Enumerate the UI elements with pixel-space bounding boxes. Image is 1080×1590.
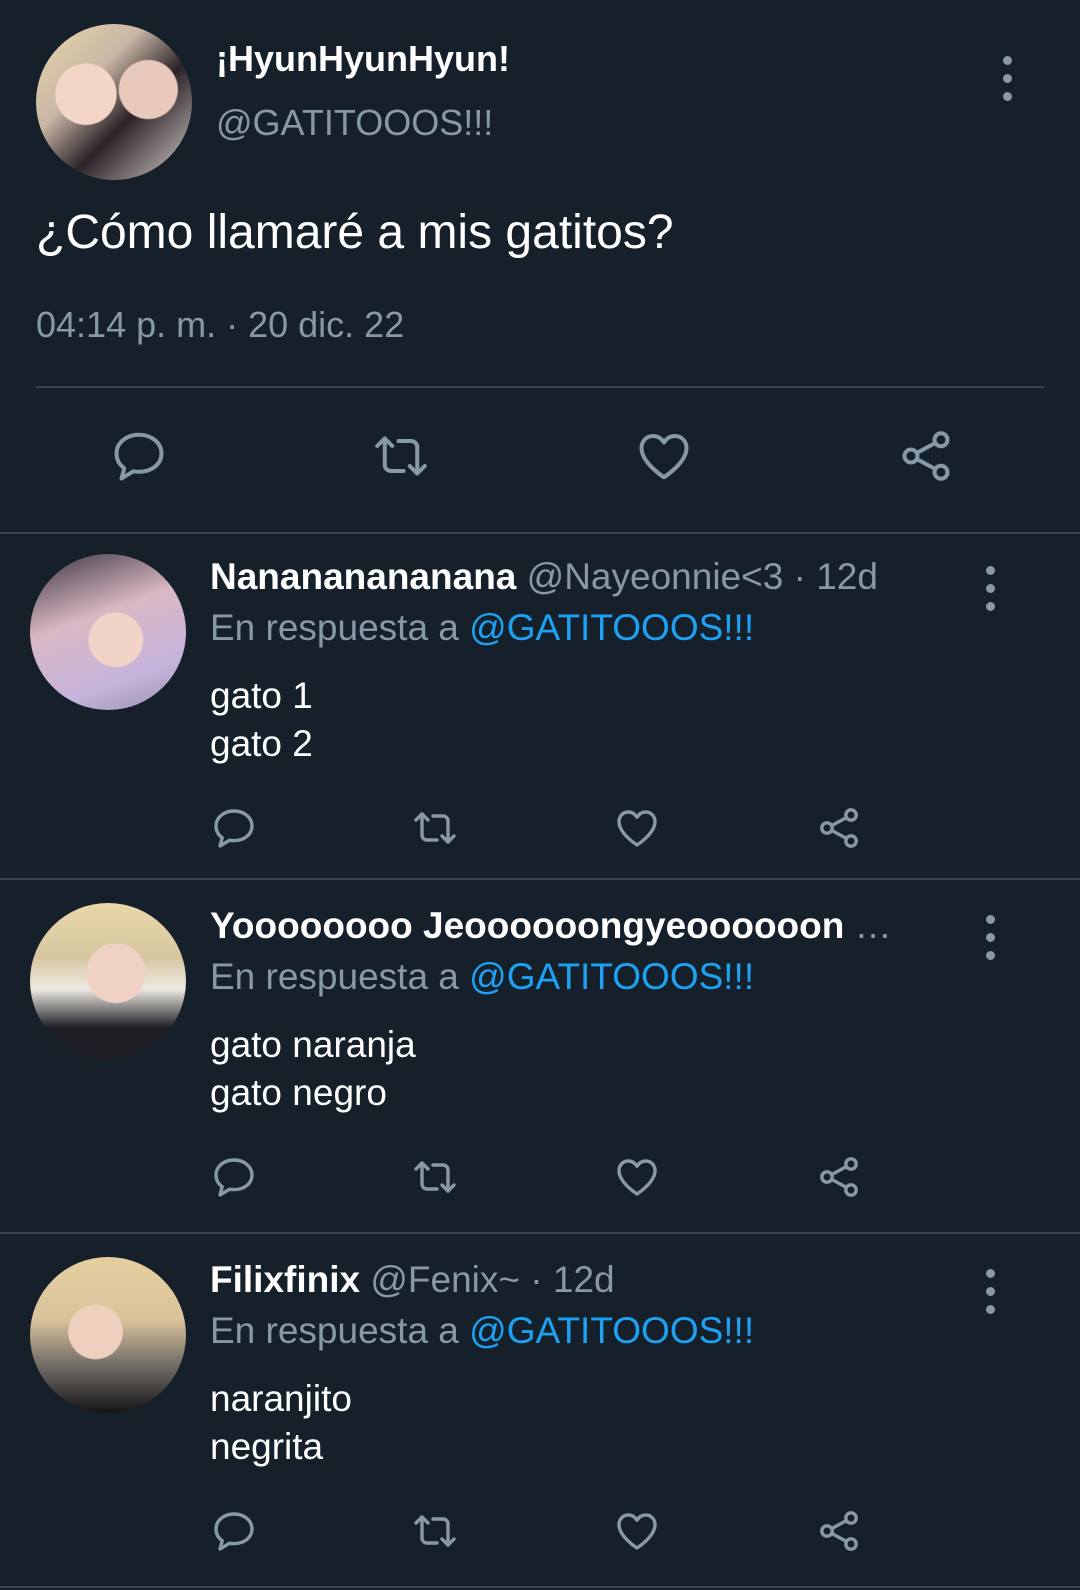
reply-icon[interactable] <box>210 1153 258 1201</box>
reply-icon[interactable] <box>210 1507 258 1555</box>
avatar[interactable] <box>30 1257 186 1413</box>
in-reply-label: En respuesta a <box>210 956 459 997</box>
reply-header: Yoooooooo Jeoooooongyeoooooon … <box>210 905 940 947</box>
retweet-icon[interactable] <box>411 1153 459 1201</box>
reply-actions <box>0 1507 1080 1555</box>
more-options-icon[interactable] <box>986 566 998 620</box>
reply-icon[interactable] <box>109 426 169 486</box>
display-name[interactable]: ¡HyunHyunHyun! <box>216 38 510 80</box>
reply-line: gato 2 <box>210 723 313 764</box>
user-handle[interactable]: … <box>855 905 892 946</box>
reply-age: · 12d <box>793 556 878 597</box>
tweet-timestamp: 04:14 p. m. · 20 dic. 22 <box>36 304 405 345</box>
share-icon[interactable] <box>815 1507 863 1555</box>
in-reply-to: En respuesta a @GATITOOOS!!! <box>210 956 754 998</box>
reply-text: gato naranja gato negro <box>210 1021 416 1117</box>
reply-tweet[interactable]: Nanananananana @Nayeonnie<3 · 12d En res… <box>0 534 1080 884</box>
avatar[interactable] <box>30 903 186 1059</box>
retweet-icon[interactable] <box>411 1507 459 1555</box>
reply-actions <box>0 1153 1080 1201</box>
display-name[interactable]: Nanananananana <box>210 556 516 597</box>
like-icon[interactable] <box>634 426 694 486</box>
reply-header: Filixfinix @Fenix~ · 12d <box>210 1259 940 1301</box>
share-icon[interactable] <box>815 1153 863 1201</box>
user-handle[interactable]: @Nayeonnie<3 <box>527 556 784 597</box>
reply-line: negrita <box>210 1426 324 1467</box>
avatar[interactable] <box>30 554 186 710</box>
in-reply-link[interactable]: @GATITOOOS!!! <box>469 607 754 648</box>
in-reply-link[interactable]: @GATITOOOS!!! <box>469 1310 754 1351</box>
user-handle[interactable]: @GATITOOOS!!! <box>216 102 493 144</box>
divider <box>0 1586 1080 1588</box>
user-handle[interactable]: @Fenix~ <box>370 1259 520 1300</box>
reply-line: naranjito <box>210 1378 352 1419</box>
in-reply-label: En respuesta a <box>210 607 459 648</box>
share-icon[interactable] <box>896 426 956 486</box>
reply-icon[interactable] <box>210 804 258 852</box>
retweet-icon[interactable] <box>411 804 459 852</box>
divider <box>0 1232 1080 1234</box>
avatar[interactable] <box>36 24 192 180</box>
like-icon[interactable] <box>613 1507 661 1555</box>
reply-tweet[interactable]: Filixfinix @Fenix~ · 12d En respuesta a … <box>0 1237 1080 1587</box>
reply-age: · 12d <box>530 1259 615 1300</box>
divider <box>0 878 1080 880</box>
display-name[interactable]: Yoooooooo Jeoooooongyeoooooon <box>210 905 844 946</box>
tweet-actions <box>0 426 1080 486</box>
main-tweet: ¡HyunHyunHyun! @GATITOOOS!!! ¿Cómo llama… <box>0 0 1080 532</box>
share-icon[interactable] <box>815 804 863 852</box>
tweet-text: ¿Cómo llamaré a mis gatitos? <box>36 206 674 259</box>
reply-text: gato 1 gato 2 <box>210 672 313 768</box>
in-reply-to: En respuesta a @GATITOOOS!!! <box>210 607 754 649</box>
in-reply-to: En respuesta a @GATITOOOS!!! <box>210 1310 754 1352</box>
in-reply-label: En respuesta a <box>210 1310 459 1351</box>
reply-header: Nanananananana @Nayeonnie<3 · 12d <box>210 556 940 598</box>
more-options-icon[interactable] <box>1003 56 1015 110</box>
more-options-icon[interactable] <box>986 1269 998 1323</box>
display-name[interactable]: Filixfinix <box>210 1259 360 1300</box>
more-options-icon[interactable] <box>986 915 998 969</box>
retweet-icon[interactable] <box>371 426 431 486</box>
like-icon[interactable] <box>613 804 661 852</box>
reply-line: gato 1 <box>210 675 313 716</box>
reply-line: gato negro <box>210 1072 387 1113</box>
reply-text: naranjito negrita <box>210 1375 352 1471</box>
in-reply-link[interactable]: @GATITOOOS!!! <box>469 956 754 997</box>
divider <box>36 386 1044 388</box>
like-icon[interactable] <box>613 1153 661 1201</box>
reply-actions <box>0 804 1080 852</box>
reply-tweet[interactable]: Yoooooooo Jeoooooongyeoooooon … En respu… <box>0 883 1080 1233</box>
reply-line: gato naranja <box>210 1024 416 1065</box>
